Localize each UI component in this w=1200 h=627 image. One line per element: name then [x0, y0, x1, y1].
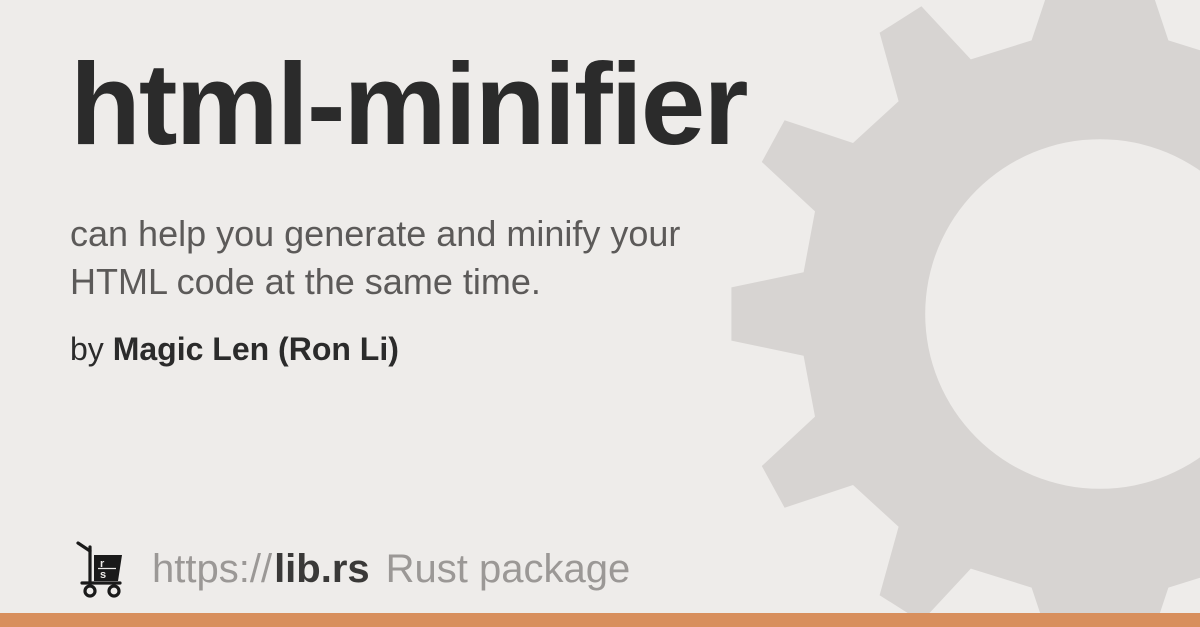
package-title: html-minifier — [70, 44, 1130, 166]
site-url: https://lib.rs Rust package — [152, 547, 630, 592]
card-content: html-minifier can help you generate and … — [0, 0, 1200, 627]
package-byline: by Magic Len (Ron Li) — [70, 331, 1130, 368]
url-suffix: Rust package — [386, 547, 631, 592]
package-description: can help you generate and minify your HT… — [70, 210, 690, 307]
url-prefix: https:// — [152, 547, 272, 592]
byline-label: by — [70, 331, 104, 367]
byline-author: Magic Len (Ron Li) — [113, 331, 399, 367]
accent-bar — [0, 613, 1200, 627]
librs-logo-icon: r s — [70, 537, 134, 601]
svg-text:s: s — [100, 569, 106, 581]
url-host: lib.rs — [274, 547, 370, 592]
